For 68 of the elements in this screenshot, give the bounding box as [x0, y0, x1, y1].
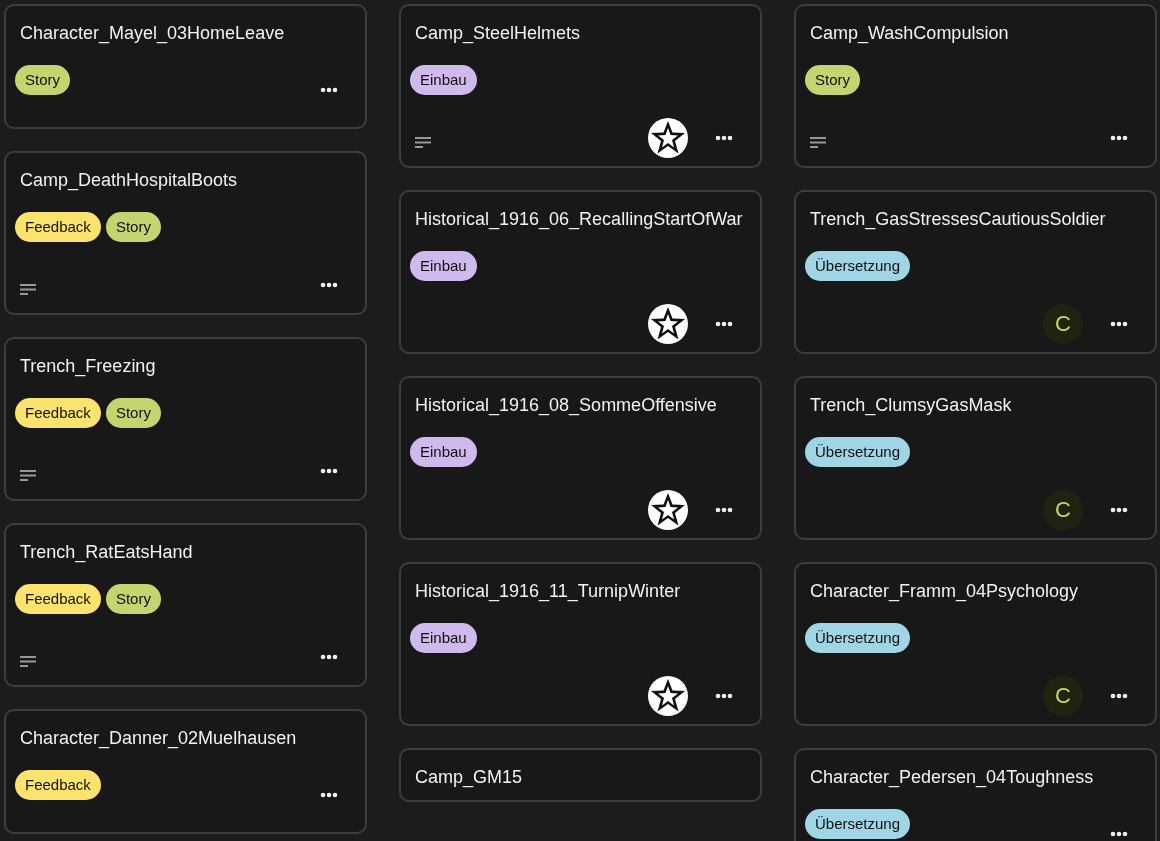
label-tag: Einbau: [410, 623, 477, 653]
task-card[interactable]: Historical_1916_06_RecallingStartOfWar Einbau: [399, 190, 762, 354]
task-card[interactable]: Trench_RatEatsHand Feedback Story: [4, 523, 367, 687]
card-title: Historical_1916_08_SommeOffensive: [414, 394, 718, 418]
more-icon: [1110, 831, 1128, 837]
user-avatar: C: [1043, 490, 1083, 530]
label-tag: Story: [805, 65, 860, 95]
card-title: Historical_1916_11_TurnipWinter: [414, 580, 682, 604]
more-icon: [715, 321, 733, 327]
more-icon: [320, 654, 338, 660]
label-tag: Einbau: [410, 437, 477, 467]
task-card[interactable]: Historical_1916_08_SommeOffensive Einbau: [399, 376, 762, 540]
user-avatar: C: [1043, 304, 1083, 344]
task-card[interactable]: Camp_WashCompulsion Story: [794, 4, 1157, 168]
label-tag: Einbau: [410, 65, 477, 95]
more-icon: [320, 468, 338, 474]
label-tag: Übersetzung: [805, 623, 911, 653]
more-icon: [320, 792, 338, 798]
label-tag: Übersetzung: [805, 251, 911, 281]
more-icon: [1110, 135, 1128, 141]
more-icon: [1110, 693, 1128, 699]
more-icon: [1110, 321, 1128, 327]
task-card[interactable]: Trench_GasStressesCautiousSoldier Übersetzung C: [794, 190, 1157, 354]
more-icon: [715, 693, 733, 699]
card-title: Camp_GM15: [414, 766, 524, 790]
label-tag: Übersetzung: [805, 437, 911, 467]
more-icon: [320, 87, 338, 93]
label-tag: Einbau: [410, 251, 477, 281]
card-title: Character_Framm_04Psychology: [809, 580, 1080, 604]
card-title: Character_Pedersen_04Toughness: [809, 766, 1095, 790]
label-tag: Feedback: [15, 584, 101, 614]
more-icon: [1110, 507, 1128, 513]
task-card[interactable]: Camp_GM15: [399, 748, 762, 802]
card-title: Trench_Freezing: [19, 355, 157, 379]
star-emblem-icon: [648, 118, 688, 158]
task-card[interactable]: Character_Mayel_03HomeLeave Story: [4, 4, 367, 129]
card-title: Trench_GasStressesCautiousSoldier: [809, 208, 1107, 232]
task-card[interactable]: Character_Danner_02Muelhausen Feedback: [4, 709, 367, 834]
label-tag: Story: [105, 212, 161, 242]
card-title: Character_Mayel_03HomeLeave: [19, 22, 286, 46]
task-card[interactable]: Camp_DeathHospitalBoots Feedback Story: [4, 151, 367, 315]
label-tag: Feedback: [15, 398, 101, 428]
task-card[interactable]: Trench_Freezing Feedback Story: [4, 337, 367, 501]
user-avatar: C: [1043, 676, 1083, 716]
card-title: Camp_WashCompulsion: [809, 22, 1010, 46]
card-title: Camp_DeathHospitalBoots: [19, 169, 239, 193]
label-tag: Story: [15, 65, 70, 95]
star-emblem-icon: [648, 490, 688, 530]
card-title: Trench_ClumsyGasMask: [809, 394, 1013, 418]
task-card[interactable]: Historical_1916_11_TurnipWinter Einbau: [399, 562, 762, 726]
label-tag: Feedback: [15, 770, 101, 800]
star-emblem-icon: [648, 676, 688, 716]
label-tag: Übersetzung: [805, 809, 911, 839]
card-title: Character_Danner_02Muelhausen: [19, 727, 298, 751]
more-icon: [715, 507, 733, 513]
label-tag: Feedback: [15, 212, 101, 242]
card-title: Trench_RatEatsHand: [19, 541, 194, 565]
card-title: Historical_1916_06_RecallingStartOfWar: [414, 208, 744, 232]
more-icon: [320, 282, 338, 288]
star-emblem-icon: [648, 304, 688, 344]
card-title: Camp_SteelHelmets: [414, 22, 582, 46]
task-card[interactable]: Trench_ClumsyGasMask Übersetzung C: [794, 376, 1157, 540]
task-card[interactable]: Character_Framm_04Psychology Übersetzung C: [794, 562, 1157, 726]
task-card[interactable]: Camp_SteelHelmets Einbau: [399, 4, 762, 168]
task-card[interactable]: Character_Pedersen_04Toughness Übersetzung: [794, 748, 1157, 841]
label-tag: Story: [105, 584, 161, 614]
label-tag: Story: [105, 398, 161, 428]
more-icon: [715, 135, 733, 141]
